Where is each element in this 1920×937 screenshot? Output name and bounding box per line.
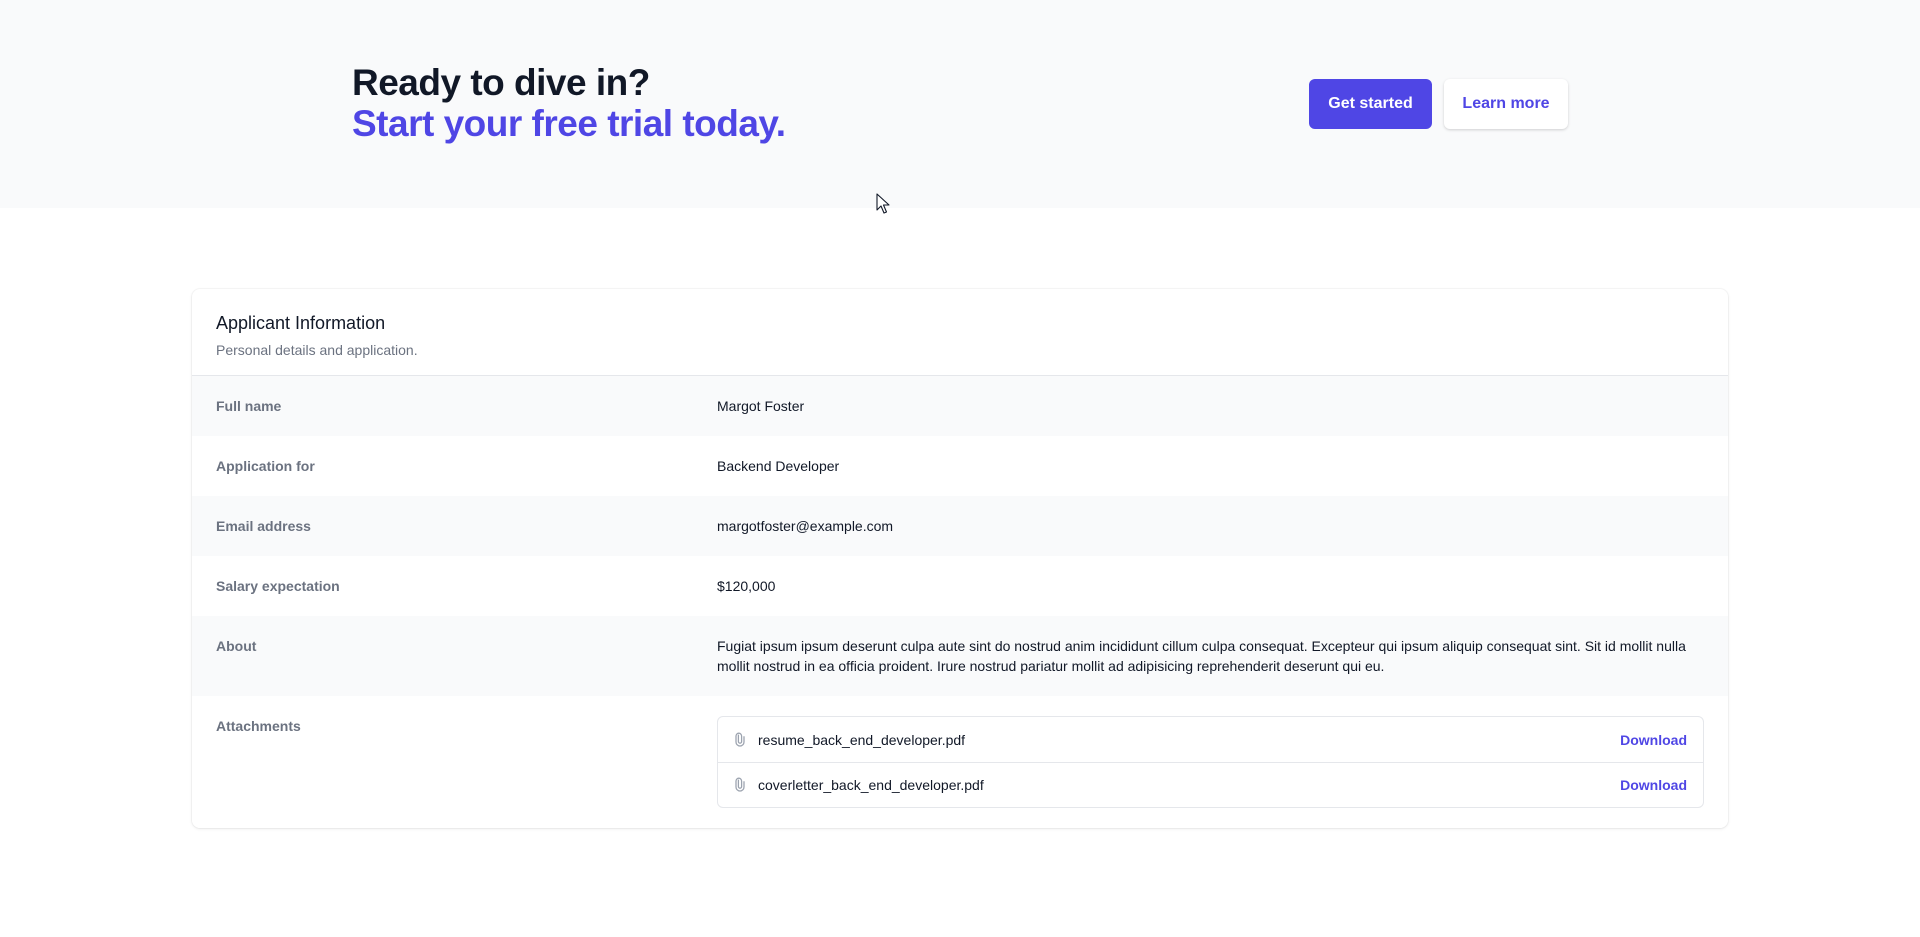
cta-banner: Ready to dive in? Start your free trial … <box>0 0 1920 214</box>
attachment-item: resume_back_end_developer.pdf Download <box>718 717 1703 762</box>
field-label: About <box>216 638 257 654</box>
cta-heading-line2: Start your free trial today. <box>352 103 786 144</box>
attachments-list: resume_back_end_developer.pdf Download c… <box>717 716 1704 808</box>
field-label: Application for <box>216 458 315 474</box>
field-value: Fugiat ipsum ipsum deserunt culpa aute s… <box>717 638 1686 674</box>
cta-actions: Get started Learn more <box>1309 79 1568 129</box>
applicant-subtitle: Personal details and application. <box>216 342 418 358</box>
field-row-attachments: Attachments resume_back_end_developer.pd… <box>192 696 1728 828</box>
field-row-application-for: Application for Backend Developer <box>192 436 1728 496</box>
mouse-pointer-icon <box>876 193 890 214</box>
field-value: $120,000 <box>717 578 776 594</box>
field-row-salary: Salary expectation $120,000 <box>192 556 1728 616</box>
field-label: Full name <box>216 398 282 414</box>
applicant-card-header: Applicant Information Personal details a… <box>192 289 1728 376</box>
field-label: Email address <box>216 518 311 534</box>
cta-heading: Ready to dive in? Start your free trial … <box>352 62 786 144</box>
applicant-card: Applicant Information Personal details a… <box>192 289 1728 828</box>
applicant-title: Applicant Information <box>216 313 386 333</box>
field-label: Attachments <box>216 718 301 734</box>
download-resume-link[interactable]: Download <box>1620 732 1687 748</box>
field-value: Margot Foster <box>717 398 805 414</box>
download-coverletter-link[interactable]: Download <box>1620 777 1687 793</box>
paperclip-icon <box>732 732 748 748</box>
learn-more-button[interactable]: Learn more <box>1444 79 1568 129</box>
cta-heading-line1: Ready to dive in? <box>352 62 650 103</box>
get-started-button[interactable]: Get started <box>1309 79 1432 129</box>
field-row-email: Email address margotfoster@example.com <box>192 496 1728 556</box>
field-row-full-name: Full name Margot Foster <box>192 376 1728 436</box>
field-label: Salary expectation <box>216 578 340 594</box>
attachment-file-name: resume_back_end_developer.pdf <box>758 731 966 748</box>
attachment-item: coverletter_back_end_developer.pdf Downl… <box>718 762 1703 807</box>
field-value: margotfoster@example.com <box>717 518 894 534</box>
field-row-about: About Fugiat ipsum ipsum deserunt culpa … <box>192 616 1728 696</box>
field-value: Backend Developer <box>717 458 840 474</box>
paperclip-icon <box>732 777 748 793</box>
attachment-file-name: coverletter_back_end_developer.pdf <box>758 777 984 793</box>
